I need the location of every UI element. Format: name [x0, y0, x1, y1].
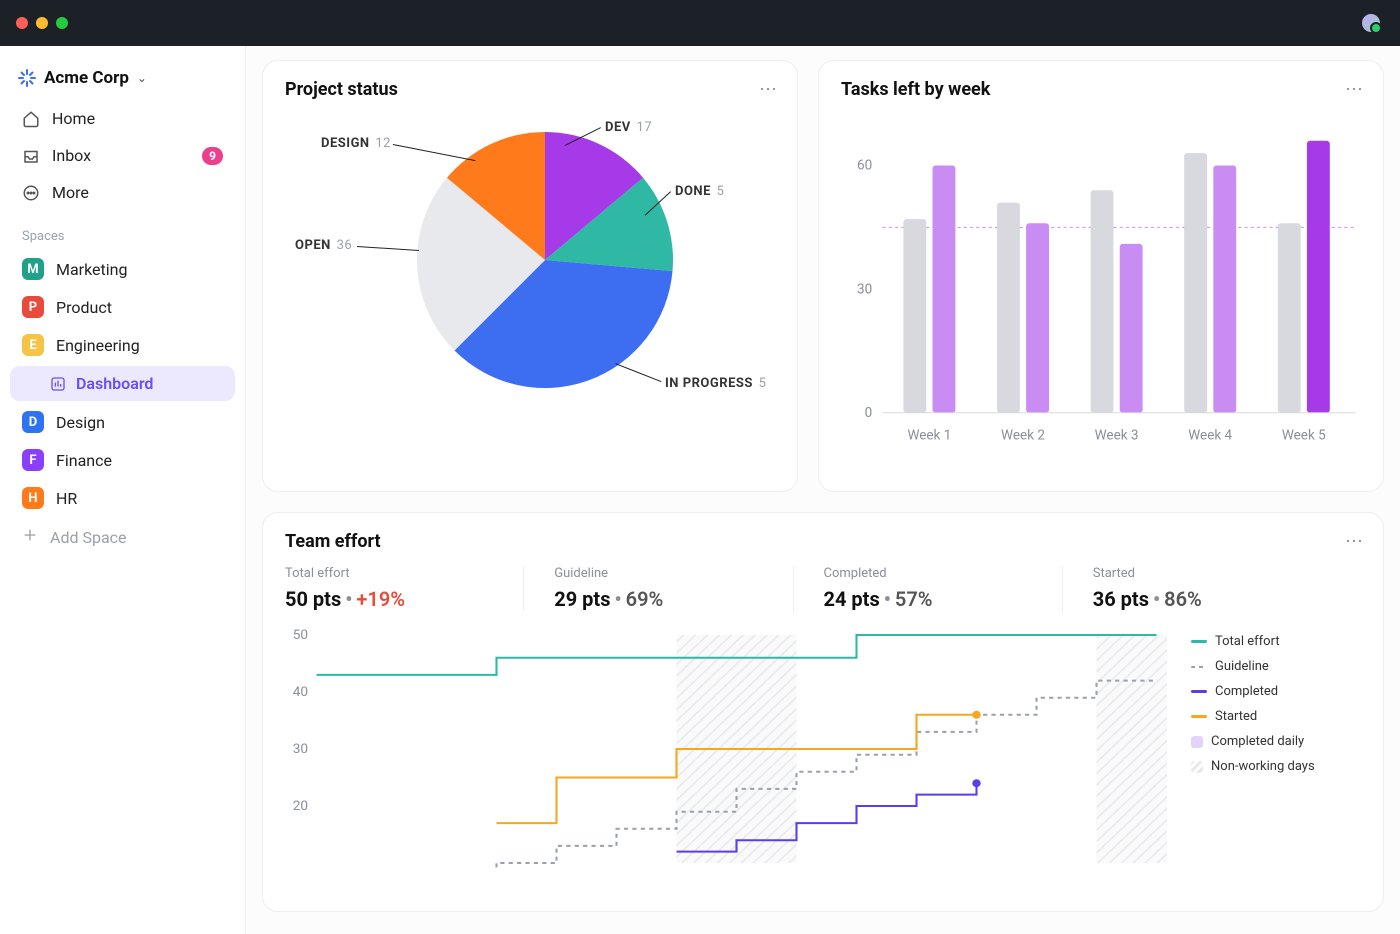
metric-label: Completed	[824, 566, 1032, 581]
workspace-name: Acme Corp	[44, 68, 129, 88]
space-color-icon: P	[22, 296, 44, 318]
space-color-icon: M	[22, 258, 44, 280]
spaces-section-label: Spaces	[10, 211, 235, 250]
svg-text:0: 0	[865, 406, 873, 421]
close-window-icon[interactable]	[16, 17, 28, 29]
bar-chart: 0 30 60 Week 1 Week 2 Week 3 Week 4 Week 5	[841, 114, 1361, 454]
dashboard-icon	[50, 376, 66, 392]
svg-text:60: 60	[857, 159, 872, 174]
add-space-label: Add Space	[50, 528, 127, 547]
svg-text:50: 50	[293, 629, 308, 643]
card-menu-button[interactable]: ⋯	[1345, 531, 1365, 552]
pie-label: DEV 17	[605, 120, 652, 135]
metric-value: 36 pts•86%	[1093, 587, 1301, 611]
plus-icon	[22, 527, 38, 547]
effort-line-chart: 20 30 40 50	[285, 629, 1167, 869]
main-content: Project status ⋯ DEV 17 DONE 5 IN PROGRESS…	[246, 46, 1400, 934]
metric-value: 50 pts•+19%	[285, 587, 493, 611]
dashboard-label: Dashboard	[76, 374, 153, 393]
nav-home[interactable]: Home	[10, 100, 235, 137]
pie-label: DONE 5	[675, 184, 724, 199]
effort-metrics: Total effort 50 pts•+19% Guideline 29 pts…	[285, 566, 1361, 611]
workspace-switcher[interactable]: Acme Corp ⌄	[10, 60, 235, 100]
pie-label: DESIGN 12	[321, 136, 391, 151]
sidebar-item-engineering[interactable]: E Engineering	[10, 326, 235, 364]
card-team-effort: Team effort ⋯ Total effort 50 pts•+19% Gu…	[262, 512, 1384, 912]
sidebar-item-marketing[interactable]: M Marketing	[10, 250, 235, 288]
metric: Completed 24 pts•57%	[824, 566, 1063, 611]
legend-item[interactable]: Total effort	[1191, 629, 1361, 654]
inbox-badge: 9	[202, 147, 223, 165]
svg-text:30: 30	[857, 282, 872, 297]
space-color-icon: E	[22, 334, 44, 356]
space-label: Design	[56, 413, 105, 432]
metric: Guideline 29 pts•69%	[554, 566, 793, 611]
space-color-icon: H	[22, 487, 44, 509]
svg-text:Week 2: Week 2	[1001, 429, 1045, 444]
svg-text:Week 1: Week 1	[907, 429, 951, 444]
space-color-icon: F	[22, 449, 44, 471]
metric-value: 29 pts•69%	[554, 587, 762, 611]
metric-value: 24 pts•57%	[824, 587, 1032, 611]
space-label: Marketing	[56, 260, 127, 279]
workspace-icon	[18, 69, 36, 87]
effort-legend: Total effort Guideline Completed Started…	[1191, 629, 1361, 869]
svg-text:20: 20	[293, 799, 308, 814]
sidebar-item-design[interactable]: D Design	[10, 403, 235, 441]
legend-item[interactable]: Completed daily	[1191, 729, 1361, 754]
card-title: Team effort	[285, 531, 1361, 552]
space-label: HR	[56, 489, 77, 508]
svg-text:30: 30	[293, 742, 308, 757]
nav-label: Inbox	[52, 146, 91, 165]
maximize-window-icon[interactable]	[56, 17, 68, 29]
window-titlebar	[0, 0, 1400, 46]
svg-text:Week 5: Week 5	[1282, 429, 1326, 444]
nav-more[interactable]: More	[10, 174, 235, 211]
more-icon	[22, 184, 40, 202]
space-label: Engineering	[56, 336, 140, 355]
legend-item[interactable]: Guideline	[1191, 654, 1361, 679]
metric: Total effort 50 pts•+19%	[285, 566, 524, 611]
pie-label: OPEN 36	[295, 238, 352, 253]
sidebar-item-hr[interactable]: H HR	[10, 479, 235, 517]
metric: Started 36 pts•86%	[1093, 566, 1331, 611]
chevron-down-icon: ⌄	[137, 71, 147, 85]
sidebar: Acme Corp ⌄ Home Inbox 9 More Spaces M Ma…	[0, 46, 246, 934]
nav-label: More	[52, 183, 89, 202]
nav-inbox[interactable]: Inbox 9	[10, 137, 235, 174]
space-color-icon: D	[22, 411, 44, 433]
minimize-window-icon[interactable]	[36, 17, 48, 29]
pie-chart	[415, 130, 675, 390]
card-title: Tasks left by week	[841, 79, 1361, 100]
sidebar-item-product[interactable]: P Product	[10, 288, 235, 326]
card-title: Project status	[285, 79, 775, 100]
sidebar-item-dashboard[interactable]: Dashboard	[10, 366, 235, 401]
inbox-icon	[22, 147, 40, 165]
sidebar-item-finance[interactable]: F Finance	[10, 441, 235, 479]
add-space-button[interactable]: Add Space	[10, 517, 235, 557]
space-label: Product	[56, 298, 112, 317]
legend-item[interactable]: Non-working days	[1191, 754, 1361, 779]
legend-item[interactable]: Started	[1191, 704, 1361, 729]
nav-label: Home	[52, 109, 95, 128]
metric-label: Total effort	[285, 566, 493, 581]
home-icon	[22, 110, 40, 128]
space-label: Finance	[56, 451, 112, 470]
window-controls[interactable]	[16, 17, 68, 29]
metric-label: Guideline	[554, 566, 762, 581]
card-menu-button[interactable]: ⋯	[759, 79, 779, 100]
svg-text:Week 4: Week 4	[1188, 429, 1232, 444]
svg-text:Week 3: Week 3	[1095, 429, 1139, 444]
metric-label: Started	[1093, 566, 1301, 581]
legend-item[interactable]: Completed	[1191, 679, 1361, 704]
avatar[interactable]	[1360, 12, 1382, 34]
card-tasks-left: Tasks left by week ⋯ 0 30 60 Week 1 Week 2 We…	[818, 60, 1384, 492]
svg-text:40: 40	[293, 685, 308, 700]
card-menu-button[interactable]: ⋯	[1345, 79, 1365, 100]
pie-label: IN PROGRESS 5	[665, 376, 766, 391]
card-project-status: Project status ⋯ DEV 17 DONE 5 IN PROGRESS…	[262, 60, 798, 492]
